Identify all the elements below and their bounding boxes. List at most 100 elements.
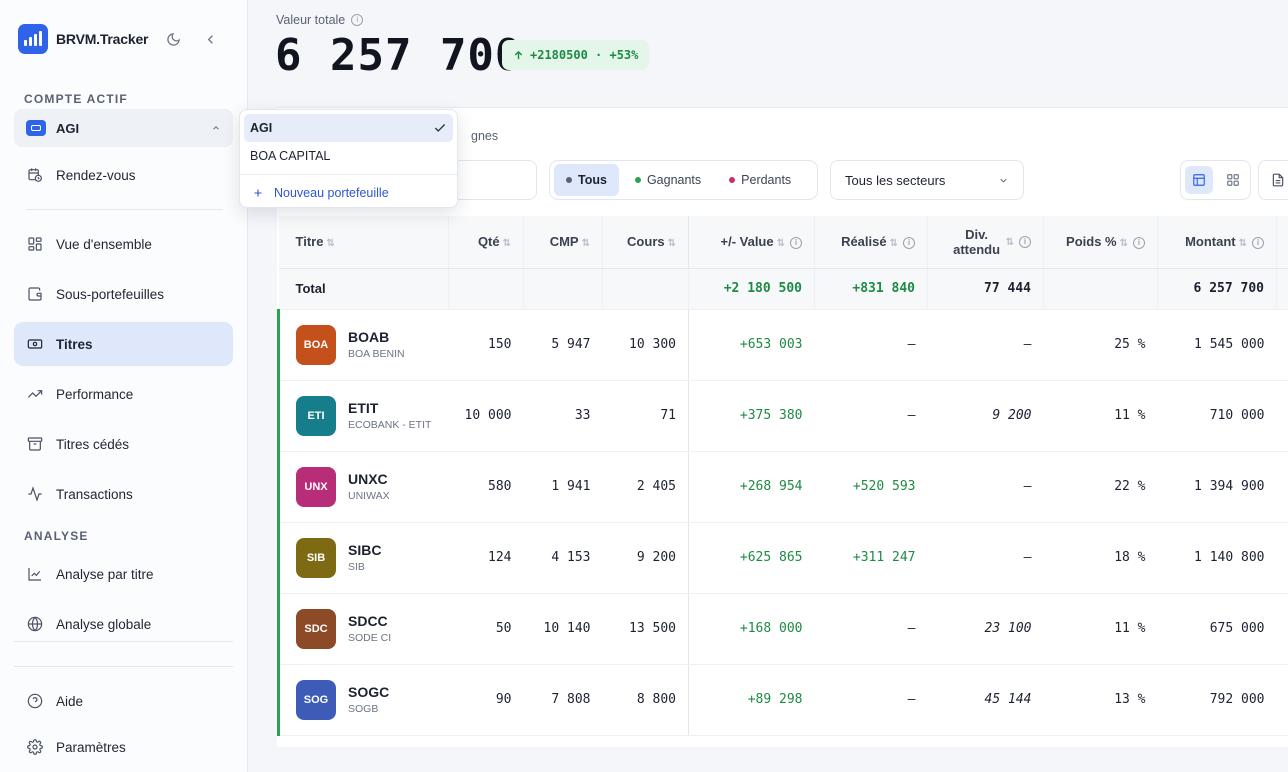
new-portfolio-button[interactable]: Nouveau portefeuille (244, 180, 453, 206)
total-cell (1043, 268, 1158, 310)
line-chart-icon (28, 568, 41, 581)
realise-cell: +311 247 (814, 522, 928, 594)
total-div-attendu: 77 444 (927, 268, 1044, 310)
ticker-company: SIB (348, 561, 365, 573)
sidebar-item-parametres[interactable]: Paramètres (14, 725, 233, 769)
total-cell (602, 268, 689, 310)
activity-icon (28, 486, 42, 502)
info-icon[interactable]: i (790, 237, 802, 250)
sidebar-item-titres[interactable]: Titres (14, 322, 233, 366)
column-header-titre[interactable]: Titre ⇅ (278, 216, 449, 269)
ticker-cell[interactable]: SOG SOGC SOGB (277, 664, 449, 736)
column-header-cmp[interactable]: CMP ⇅ (523, 216, 603, 269)
sector-select[interactable]: Tous les secteurs (830, 160, 1024, 200)
sector-select-value: Tous les secteurs (845, 172, 946, 188)
column-header-montant[interactable]: Montant ⇅ i (1157, 216, 1277, 269)
file-icon (1272, 173, 1284, 187)
div-attendu-cell: 9 200 (927, 380, 1044, 452)
info-icon[interactable]: i (903, 237, 915, 250)
collapse-sidebar-icon[interactable] (203, 32, 218, 47)
sidebar-item-analyse-par-titre[interactable]: Analyse par titre (14, 552, 233, 596)
sidebar-item-label: Performance (56, 386, 134, 402)
moon-icon[interactable] (166, 32, 181, 47)
gain-badge-text: +2180500 · +53% (530, 48, 639, 62)
table-row[interactable]: SOG SOGC SOGB 90 7 808 8 800 +89 298 — 4… (277, 664, 1288, 736)
settings-icon (27, 739, 43, 755)
column-header-label: Poids % (1066, 234, 1117, 250)
filter-gainers-button[interactable]: Gagnants (623, 164, 713, 196)
ticker-symbol: BOAB (348, 329, 390, 345)
table-row[interactable]: UNX UNXC UNIWAX 580 1 941 2 405 +268 954… (277, 451, 1288, 523)
total-plus-value: +2 180 500 (688, 268, 815, 310)
account-option-boa-capital[interactable]: BOA CAPITAL (244, 142, 453, 170)
realise-cell: — (814, 664, 928, 736)
export-button[interactable] (1258, 160, 1288, 200)
sidebar-item-vue-ensemble[interactable]: Vue d'ensemble (14, 222, 233, 266)
column-header-realise[interactable]: Réalisé ⇅ i (814, 216, 928, 269)
sidebar-item-analyse-globale[interactable]: Analyse globale (14, 602, 233, 646)
weight-cell: 22 % (1043, 451, 1158, 523)
sort-icon: ⇅ (776, 238, 785, 250)
price-cell: 13 500 (602, 593, 689, 665)
card-view-button[interactable] (1219, 166, 1247, 194)
info-icon[interactable]: i (1252, 237, 1264, 250)
account-select[interactable]: AGI (14, 109, 233, 147)
ticker-cell[interactable]: BOA BOAB BOA BENIN (277, 309, 449, 381)
qty-cell: 10 000 (448, 380, 524, 452)
price-cell: 2 405 (602, 451, 689, 523)
column-header-div-attendu[interactable]: Div. attendu ⇅ i (927, 216, 1044, 269)
sidebar-item-aide[interactable]: Aide (14, 679, 233, 723)
ticker-cell[interactable]: SIB SIBC SIB (277, 522, 449, 594)
total-value-label: Valeur totale i (276, 13, 364, 27)
column-header-label: +/- Value (720, 234, 774, 250)
filter-label: Tous (578, 173, 607, 187)
sidebar-divider (14, 641, 233, 642)
brand-logo-icon (18, 24, 48, 54)
filter-all-button[interactable]: Tous (554, 164, 619, 196)
sidebar-item-sous-portefeuilles[interactable]: Sous-portefeuilles (14, 272, 233, 316)
column-header-cours[interactable]: Cours ⇅ (602, 216, 689, 269)
info-icon[interactable]: i (351, 14, 364, 26)
ticker-logo: ETI (296, 395, 336, 436)
ticker-company: ECOBANK - ETIT (348, 419, 432, 431)
brand[interactable]: BRVM.Tracker (18, 24, 148, 54)
table-header-row: Titre ⇅ Qté ⇅ CMP ⇅ Cours ⇅ +/- Value ⇅ i Réal… (278, 216, 1288, 269)
ticker-cell[interactable]: UNX UNXC UNIWAX (277, 451, 449, 523)
info-icon[interactable]: i (1019, 236, 1031, 249)
info-icon[interactable]: i (1133, 237, 1145, 250)
price-cell: 9 200 (602, 522, 689, 594)
table-row[interactable]: BOA BOAB BOA BENIN 150 5 947 10 300 +653… (277, 309, 1288, 381)
account-section-label: COMPTE ACTIF (24, 92, 128, 106)
check-icon (434, 124, 446, 132)
filter-losers-button[interactable]: Perdants (717, 164, 803, 196)
sidebar-item-rendez-vous[interactable]: Rendez-vous (14, 153, 233, 197)
cmp-cell: 5 947 (523, 309, 603, 381)
view-toggle (1180, 160, 1251, 200)
table-row[interactable]: SDC SDCC SODE CI 50 10 140 13 500 +168 0… (277, 593, 1288, 665)
column-header-qte[interactable]: Qté ⇅ (448, 216, 524, 269)
sort-icon: ⇅ (581, 238, 590, 250)
plus-value-cell: +168 000 (688, 593, 815, 665)
sidebar-item-titres-cedes[interactable]: Titres cédés (14, 422, 233, 466)
column-header-poids[interactable]: Poids % ⇅ i (1043, 216, 1158, 269)
ticker-company: SOGB (348, 703, 379, 715)
ticker-symbol: ETIT (348, 400, 379, 416)
gain-badge: +2180500 · +53% (502, 40, 650, 70)
table-row[interactable]: SIB SIBC SIB 124 4 153 9 200 +625 865 +3… (277, 522, 1288, 594)
ticker-cell[interactable]: SDC SDCC SODE CI (277, 593, 449, 665)
cmp-cell: 33 (523, 380, 603, 452)
brand-name: BRVM.Tracker (56, 31, 149, 47)
table-row[interactable]: ETI ETIT ECOBANK - ETIT 10 000 33 71 +37… (277, 380, 1288, 452)
realise-cell: +520 593 (814, 451, 928, 523)
sidebar-item-transactions[interactable]: Transactions (14, 472, 233, 516)
sidebar-item-performance[interactable]: Performance (14, 372, 233, 416)
ticker-cell[interactable]: ETI ETIT ECOBANK - ETIT (277, 380, 449, 452)
amount-cell: 675 000 (1157, 593, 1277, 665)
dot-icon (566, 177, 572, 183)
column-header-plus-value[interactable]: +/- Value ⇅ i (688, 216, 815, 269)
holdings-table: Titre ⇅ Qté ⇅ CMP ⇅ Cours ⇅ +/- Value ⇅ i Réal… (277, 216, 1288, 736)
total-label: Total (278, 268, 449, 310)
table-view-button[interactable] (1184, 166, 1213, 194)
account-option-agi[interactable]: AGI (244, 114, 453, 142)
amount-cell: 1 140 800 (1157, 522, 1277, 594)
